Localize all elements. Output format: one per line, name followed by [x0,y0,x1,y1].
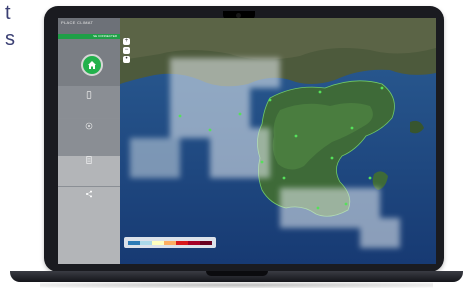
laptop-base-groove [206,271,268,276]
background-text-line-1: t [5,2,11,24]
map-zoom-controls: + − • [123,38,130,78]
legend-swatch [188,241,200,245]
login-link[interactable]: SE CONNECTER [58,34,120,39]
legend-swatch [152,241,164,245]
nav-item-document[interactable] [58,156,120,183]
zoom-out-button[interactable]: − [123,47,130,54]
home-button[interactable] [81,54,103,76]
background-text-line-2: s [5,28,15,50]
legend-swatch [200,241,212,245]
map-legend [124,237,216,248]
zoom-in-button[interactable]: + [123,38,130,45]
phone-icon [86,91,92,99]
nav-divider [58,118,120,119]
satellite-map[interactable] [120,18,436,264]
background-text: t s [5,0,15,52]
nav-item-phone[interactable] [58,91,120,118]
legend-color-scale [128,241,212,245]
brand-name: PLACE CLIMAT [61,20,94,25]
document-icon [86,156,92,164]
laptop-shadow [40,282,433,288]
legend-swatch [176,241,188,245]
share-icon [86,190,92,198]
sidebar: PLACE CLIMAT SE CONNECTER [58,18,120,264]
nav-divider [58,186,120,187]
nav-item-view[interactable] [58,122,120,149]
locate-button[interactable]: • [123,56,130,63]
legend-swatch [164,241,176,245]
legend-swatch [140,241,152,245]
map-graphic [120,18,436,264]
eye-icon [85,122,93,130]
nav-item-share[interactable] [58,190,120,217]
legend-swatch [128,241,140,245]
home-icon [88,61,96,69]
brand-header: PLACE CLIMAT [58,18,120,34]
